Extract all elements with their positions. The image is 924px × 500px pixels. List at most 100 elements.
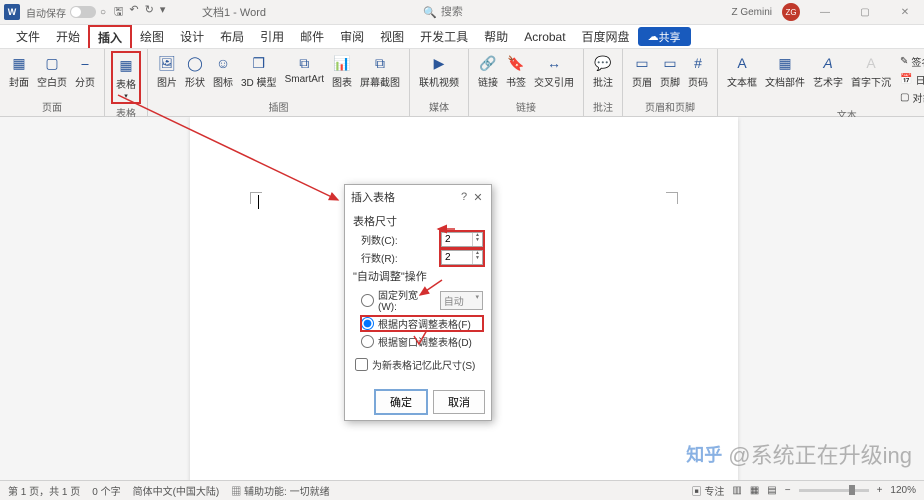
zoom-slider[interactable] — [799, 489, 869, 492]
restore-icon[interactable]: ▢ — [850, 7, 880, 18]
language-status[interactable]: 简体中文(中国大陆) — [133, 483, 220, 498]
footer-button[interactable]: ▭页脚 — [657, 51, 683, 91]
search-input[interactable] — [441, 6, 501, 18]
group-illustrations-label: 插图 — [154, 98, 403, 114]
accessibility-status[interactable]: ▦ 辅助功能: 一切就绪 — [231, 483, 329, 498]
columns-label: 列数(C): — [361, 232, 437, 247]
word-count[interactable]: 0 个字 — [92, 483, 120, 498]
textbox-icon: A — [732, 53, 752, 73]
dropcap-icon: A — [861, 53, 881, 73]
dialog-title: 插入表格 — [351, 189, 395, 205]
tab-insert[interactable]: 插入 — [88, 25, 132, 48]
tab-view[interactable]: 视图 — [372, 25, 412, 48]
object-icon: ▢ — [900, 92, 909, 103]
user-name[interactable]: Z Gemini — [731, 7, 772, 18]
link-button[interactable]: 🔗链接 — [475, 51, 501, 91]
read-mode-icon[interactable]: ▤ — [767, 485, 776, 496]
datetime-icon: 📅 — [900, 74, 912, 85]
rows-input[interactable] — [442, 251, 472, 264]
page-status[interactable]: 第 1 页，共 1 页 — [8, 483, 80, 498]
tab-design[interactable]: 设计 — [172, 25, 212, 48]
dropcap-button[interactable]: A首字下沉 — [848, 51, 894, 91]
cancel-button[interactable]: 取消 — [433, 390, 485, 414]
fixed-width-combo[interactable]: 自动▾ — [440, 291, 483, 310]
page-number-button[interactable]: #页码 — [685, 51, 711, 91]
tab-developer[interactable]: 开发工具 — [412, 25, 476, 48]
search-box[interactable]: 🔍 — [423, 6, 501, 19]
tab-layout[interactable]: 布局 — [212, 25, 252, 48]
focus-mode[interactable]: ▣ 专注 — [692, 483, 725, 498]
tab-acrobat[interactable]: Acrobat — [516, 25, 573, 48]
undo-icon[interactable]: ↶ — [129, 3, 138, 22]
help-icon[interactable]: ? — [457, 191, 471, 203]
screenshot-button[interactable]: ⧉屏幕截图 — [357, 51, 403, 91]
tab-draw[interactable]: 绘图 — [132, 25, 172, 48]
wordart-button[interactable]: A艺术字 — [810, 51, 846, 91]
crossref-icon: ↔ — [544, 53, 564, 73]
autofit-window-radio[interactable]: 根据窗口调整表格(D) — [361, 334, 483, 349]
object-button[interactable]: ▢对象 — [896, 89, 924, 106]
cover-page-button[interactable]: ▦封面 — [6, 51, 32, 91]
word-app-icon: W — [4, 4, 20, 20]
down-icon[interactable]: ▼ — [475, 238, 480, 243]
datetime-button[interactable]: 📅日期和时间 — [896, 71, 924, 88]
link-icon: 🔗 — [478, 53, 498, 73]
print-layout-icon[interactable]: ▥ — [732, 485, 741, 496]
chart-button[interactable]: 📊图表 — [329, 51, 355, 91]
zoom-level[interactable]: 120% — [890, 485, 916, 496]
header-button[interactable]: ▭页眉 — [629, 51, 655, 91]
quickparts-icon: ▦ — [775, 53, 795, 73]
textbox-button[interactable]: A文本框 — [724, 51, 760, 91]
qat-dropdown-icon[interactable]: ▾ — [160, 3, 166, 22]
icons-button[interactable]: ☺图标 — [210, 51, 236, 91]
columns-spinner[interactable]: ▲▼ — [441, 232, 483, 247]
cover-page-icon: ▦ — [9, 53, 29, 73]
3d-icon: ❒ — [249, 53, 269, 73]
ok-button[interactable]: 确定 — [375, 390, 427, 414]
autofit-content-radio[interactable]: 根据内容调整表格(F) — [361, 316, 483, 331]
dialog-close-icon[interactable]: ✕ — [471, 191, 485, 204]
quickparts-button[interactable]: ▦文档部件 — [762, 51, 808, 91]
columns-input[interactable] — [442, 233, 472, 246]
zoom-in-icon[interactable]: + — [877, 485, 883, 496]
tab-file[interactable]: 文件 — [8, 25, 48, 48]
blank-page-icon: ▢ — [42, 53, 62, 73]
signature-button[interactable]: ✎签名行 — [896, 53, 924, 70]
table-button[interactable]: ▦表格▾ — [111, 51, 141, 104]
screenshot-icon: ⧉ — [370, 53, 390, 73]
pictures-button[interactable]: 🖼图片 — [154, 51, 180, 91]
smartart-icon: ⧉ — [294, 53, 314, 73]
share-button[interactable]: ☁ 共享 — [638, 27, 691, 46]
tab-baidu[interactable]: 百度网盘 — [574, 25, 638, 48]
tab-mailings[interactable]: 邮件 — [292, 25, 332, 48]
remember-checkbox[interactable]: 为新表格记忆此尺寸(S) — [355, 357, 483, 372]
web-layout-icon[interactable]: ▦ — [750, 485, 759, 496]
smartart-button[interactable]: ⧉SmartArt — [282, 51, 327, 87]
autosave-toggle[interactable]: 自动保存 ○ — [26, 5, 106, 20]
close-icon[interactable]: ✕ — [890, 7, 920, 18]
rows-spinner[interactable]: ▲▼ — [441, 250, 483, 265]
blank-page-button[interactable]: ▢空白页 — [34, 51, 70, 91]
comment-button[interactable]: 💬批注 — [590, 51, 616, 91]
margin-marker-tl — [250, 192, 262, 204]
page-break-button[interactable]: ⎯分页 — [72, 51, 98, 91]
zoom-out-icon[interactable]: − — [785, 485, 791, 496]
tab-home[interactable]: 开始 — [48, 25, 88, 48]
minimize-icon[interactable]: — — [810, 7, 840, 18]
table-icon: ▦ — [116, 55, 136, 75]
tab-references[interactable]: 引用 — [252, 25, 292, 48]
3d-models-button[interactable]: ❒3D 模型 — [238, 51, 280, 91]
tab-help[interactable]: 帮助 — [476, 25, 516, 48]
bookmark-button[interactable]: 🔖书签 — [503, 51, 529, 91]
fixed-width-radio[interactable]: 固定列宽(W): 自动▾ — [361, 287, 483, 313]
tab-review[interactable]: 审阅 — [332, 25, 372, 48]
save-icon[interactable]: 🖫 — [114, 3, 123, 22]
shapes-button[interactable]: ◯形状 — [182, 51, 208, 91]
document-title: 文档1 - Word — [202, 4, 266, 20]
down-icon[interactable]: ▼ — [475, 256, 480, 261]
header-icon: ▭ — [632, 53, 652, 73]
avatar[interactable]: ZG — [782, 3, 800, 21]
cross-ref-button[interactable]: ↔交叉引用 — [531, 51, 577, 91]
online-video-button[interactable]: ▶联机视频 — [416, 51, 462, 91]
redo-icon[interactable]: ↻ — [145, 3, 154, 22]
